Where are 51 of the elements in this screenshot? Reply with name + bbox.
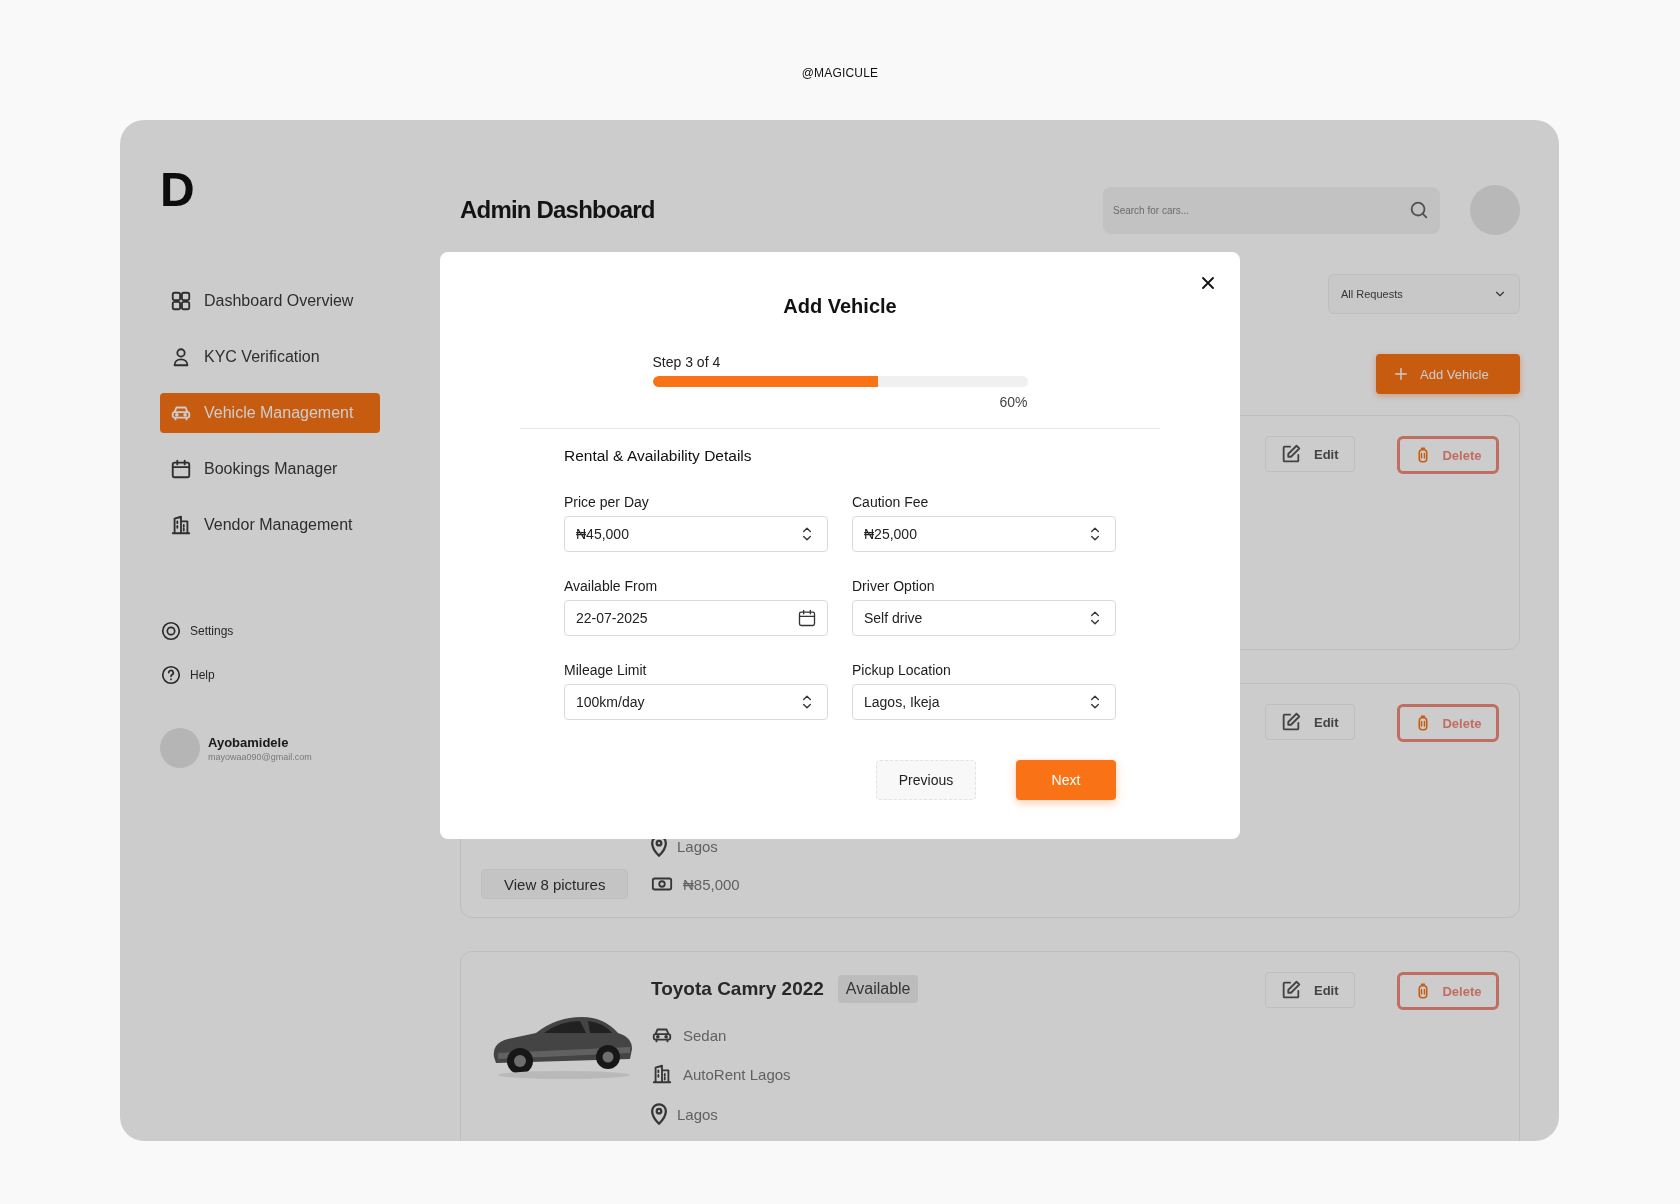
building-icon xyxy=(170,514,192,536)
user-name: Ayobamidele xyxy=(208,734,290,750)
building-icon xyxy=(651,1063,673,1085)
calendar-icon xyxy=(170,458,192,480)
nav-item[interactable]: Bookings Manager xyxy=(160,449,380,489)
page-title: Admin Dashboard xyxy=(460,196,656,224)
nav-item[interactable]: Dashboard Overview xyxy=(160,281,380,321)
field-label: Price per Day xyxy=(564,493,650,511)
edit-icon xyxy=(1280,443,1302,465)
vehicle-title: Toyota Camry 2022 xyxy=(651,978,824,1000)
input-field[interactable]: Self drive xyxy=(852,600,1116,636)
edit-icon xyxy=(1280,711,1302,733)
input-field[interactable]: ₦25,000 xyxy=(852,516,1116,552)
input-field[interactable]: Lagos, Ikeja xyxy=(852,684,1116,720)
view-pictures-button[interactable]: View 8 pictures xyxy=(481,869,629,899)
nav-item[interactable]: KYC Verification xyxy=(160,337,380,377)
status-badge: Available xyxy=(837,975,919,1003)
field-label: Driver Option xyxy=(852,577,936,595)
previous-button[interactable]: Previous xyxy=(876,760,976,800)
progress-reading: 60% xyxy=(999,394,1028,410)
input-field[interactable]: ₦45,000 xyxy=(564,516,828,552)
step-label: Step 3 of 4 xyxy=(652,353,722,371)
user-email: mayowaa090@gmail.com xyxy=(208,751,312,762)
edit-button[interactable]: Edit xyxy=(1265,436,1355,472)
edit-icon xyxy=(1280,979,1302,1001)
vehicle-detail: ₦85,000 xyxy=(683,875,740,893)
vehicle-detail: Lagos xyxy=(677,837,718,855)
settings-icon xyxy=(160,620,182,642)
field-label: Caution Fee xyxy=(852,493,930,511)
vehicle-detail: Sedan xyxy=(683,1026,727,1044)
calendar-icon xyxy=(797,608,817,628)
vehicle-detail: Lagos xyxy=(677,1105,718,1123)
credit-text: @MAGICULE xyxy=(801,66,879,80)
edit-button[interactable]: Edit xyxy=(1265,704,1355,740)
help-icon xyxy=(160,664,182,686)
field-label: Pickup Location xyxy=(852,661,952,679)
modal-title: Add Vehicle xyxy=(782,294,898,319)
grid-icon xyxy=(170,290,192,312)
plus-icon xyxy=(1392,365,1410,383)
edit-button[interactable]: Edit xyxy=(1265,972,1355,1008)
input-field[interactable]: 22-07-2025 xyxy=(564,600,828,636)
logo: D xyxy=(160,168,195,212)
nav-item[interactable]: Vendor Management xyxy=(160,505,380,545)
input-field[interactable]: 100km/day xyxy=(564,684,828,720)
pin-icon xyxy=(651,1103,667,1125)
vehicle-detail: AutoRent Lagos xyxy=(683,1065,791,1083)
search-icon xyxy=(1408,199,1430,221)
field-label: Available From xyxy=(564,577,659,595)
filter-dropdown[interactable]: All Requests xyxy=(1328,274,1520,314)
field-label: Mileage Limit xyxy=(564,661,648,679)
section-heading: Rental & Availability Details xyxy=(564,446,753,466)
